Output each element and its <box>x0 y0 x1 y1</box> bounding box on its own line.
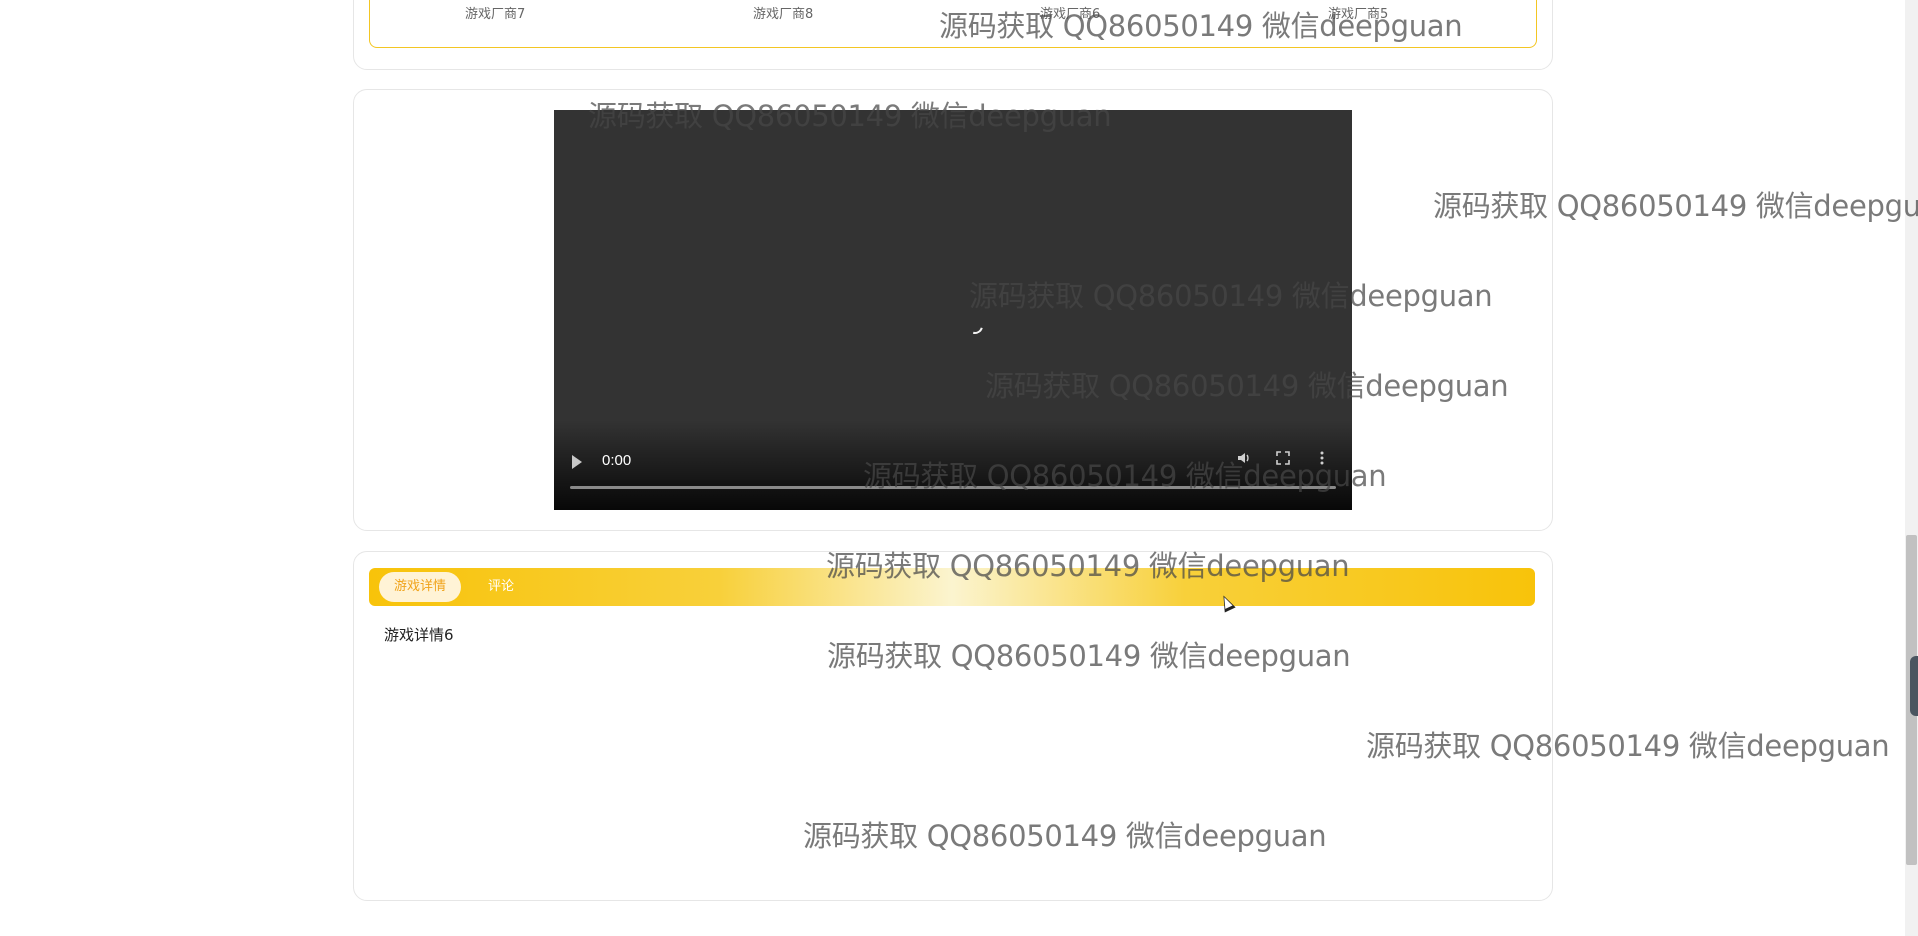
vendors-card: 游戏厂商7 游戏厂商8 游戏厂商6 游戏厂商5 <box>353 0 1553 70</box>
play-icon[interactable] <box>572 455 582 469</box>
loading-spinner-icon <box>964 315 986 337</box>
more-options-icon[interactable] <box>1312 450 1332 470</box>
fullscreen-icon[interactable] <box>1273 450 1293 470</box>
tab-game-details[interactable]: 游戏详情 <box>379 572 462 602</box>
side-float-widget[interactable] <box>1910 656 1918 716</box>
tab-comments[interactable]: 评论 <box>473 572 529 602</box>
game-detail-content: 游戏详情6 <box>384 626 454 644</box>
video-time: 0:00 <box>602 452 632 469</box>
video-player[interactable]: 0:00 <box>554 110 1352 510</box>
vendor-item[interactable]: 游戏厂商6 <box>1040 3 1100 22</box>
vendor-item[interactable]: 游戏厂商7 <box>465 3 525 22</box>
detail-card: 游戏详情 评论 游戏详情6 <box>353 551 1553 901</box>
video-card: 0:00 <box>353 89 1553 531</box>
video-progress-bar[interactable] <box>570 486 1336 489</box>
video-controls-backdrop <box>554 420 1352 510</box>
vendor-item[interactable]: 游戏厂商8 <box>753 3 813 22</box>
vendor-item[interactable]: 游戏厂商5 <box>1328 3 1388 22</box>
detail-tab-bar: 游戏详情 评论 <box>369 568 1535 606</box>
vendors-list: 游戏厂商7 游戏厂商8 游戏厂商6 游戏厂商5 <box>369 0 1537 48</box>
volume-icon[interactable] <box>1234 450 1254 470</box>
